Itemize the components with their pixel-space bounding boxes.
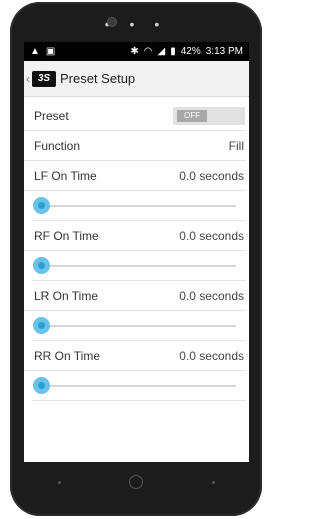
preset-row: Preset OFF: [24, 101, 246, 131]
page-title: Preset Setup: [60, 71, 136, 86]
recents-nav-button[interactable]: [211, 480, 215, 484]
rf-on-time-label: RF On Time: [34, 228, 99, 243]
lf-on-time-value: 0.0 seconds: [179, 168, 244, 183]
screen: ▲ ▣ ✱ ◠ ◢ ▮ 42% 3:13 PM ‹ 3S Preset Setu…: [24, 42, 249, 462]
bluetooth-icon: ✱: [130, 46, 139, 57]
lr-on-time-value: 0.0 seconds: [179, 288, 244, 303]
speaker-dots: • • •: [104, 16, 168, 32]
lf-on-time-row: LF On Time 0.0 seconds: [24, 161, 246, 191]
rf-on-time-value: 0.0 seconds: [179, 228, 244, 243]
rr-on-time-slider[interactable]: [32, 371, 246, 401]
slider-thumb[interactable]: [33, 257, 50, 274]
slider-track: [41, 265, 236, 267]
lr-on-time-slider[interactable]: [32, 311, 246, 341]
battery-icon: ▮: [170, 46, 176, 57]
preset-toggle[interactable]: OFF: [173, 106, 245, 125]
warning-icon: ▲: [30, 46, 40, 57]
back-nav-button[interactable]: [58, 480, 62, 484]
rr-on-time-value: 0.0 seconds: [179, 348, 244, 363]
preset-label: Preset: [34, 108, 69, 123]
front-camera: [107, 17, 117, 27]
status-bar: ▲ ▣ ✱ ◠ ◢ ▮ 42% 3:13 PM: [24, 42, 249, 61]
wifi-icon: ◠: [143, 46, 153, 57]
lf-on-time-label: LF On Time: [34, 168, 97, 183]
signal-icon: ◢: [157, 46, 166, 57]
battery-percent: 42%: [180, 46, 201, 57]
rr-on-time-row: RR On Time 0.0 seconds: [24, 341, 246, 371]
home-nav-button[interactable]: [129, 475, 144, 489]
app-bar: ‹ 3S Preset Setup: [24, 61, 249, 97]
function-value: Fill: [228, 138, 244, 153]
slider-thumb[interactable]: [33, 197, 50, 214]
slider-track: [41, 325, 236, 327]
rf-on-time-row: RF On Time 0.0 seconds: [24, 221, 246, 251]
nav-bar: [24, 462, 249, 502]
slider-track: [41, 385, 236, 387]
rf-on-time-slider[interactable]: [32, 251, 246, 281]
slider-thumb[interactable]: [33, 377, 50, 394]
lr-on-time-row: LR On Time 0.0 seconds: [24, 281, 246, 311]
function-row[interactable]: Function Fill: [24, 131, 246, 161]
function-label: Function: [34, 138, 81, 153]
preset-toggle-state: OFF: [177, 109, 207, 122]
clock: 3:13 PM: [205, 46, 243, 57]
lr-on-time-label: LR On Time: [34, 288, 99, 303]
slider-track: [41, 205, 236, 207]
app-logo: 3S: [32, 70, 56, 87]
rr-on-time-label: RR On Time: [34, 348, 101, 363]
slider-thumb[interactable]: [33, 317, 50, 334]
image-icon: ▣: [45, 46, 56, 57]
lf-on-time-slider[interactable]: [32, 191, 246, 221]
